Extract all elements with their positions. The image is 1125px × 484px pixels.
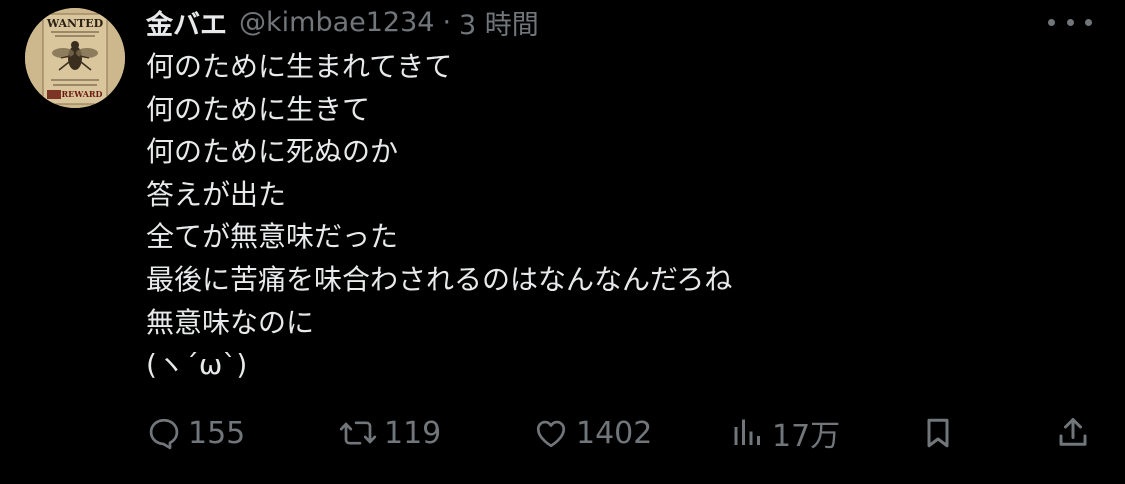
more-icon[interactable] (1048, 10, 1092, 34)
separator-dot: · (442, 6, 452, 38)
tweet-line: 全てが無意味だった (146, 220, 399, 254)
author-handle[interactable]: @kimbae1234 (239, 7, 434, 38)
tweet-line: (ヽ´ω`) (146, 348, 248, 382)
tweet-text: 何のために生まれてきて 何のために生きて 何のために死ぬのか 答えが出た 全てが… (146, 46, 1086, 387)
views-icon (734, 419, 760, 445)
wanted-poster-image: WANTED REWARD (25, 8, 125, 108)
action-bar: 155 119 1402 17万 (0, 405, 1125, 461)
timestamp[interactable]: 3 時間 (459, 3, 539, 42)
tweet-line: 何のために生まれてきて (146, 50, 453, 83)
retweet-icon (339, 421, 377, 445)
views-button[interactable]: 17万 (730, 413, 841, 454)
avatar-reward-text: REWARD (61, 89, 102, 99)
tweet-header: 金バエ @kimbae1234 · 3 時間 (146, 2, 539, 42)
bookmark-button[interactable] (920, 413, 956, 453)
reply-button[interactable]: 155 (146, 413, 245, 453)
like-icon (536, 420, 566, 448)
share-button[interactable] (1054, 413, 1092, 453)
tweet: WANTED REWARD 金バエ @kimbae1234 · 3 時間 何のた… (0, 0, 1125, 484)
bookmark-icon (927, 418, 949, 448)
views-count: 17万 (772, 419, 841, 454)
more-dot (1048, 18, 1055, 26)
avatar[interactable]: WANTED REWARD (25, 8, 125, 108)
tweet-line: 何のために生きて (146, 92, 371, 126)
tweet-line: 無意味なのに (146, 305, 315, 339)
tweet-line: 何のために死ぬのか (146, 135, 399, 169)
retweet-button[interactable]: 119 (338, 413, 441, 453)
reply-count: 155 (188, 415, 246, 451)
retweet-count: 119 (384, 415, 442, 451)
avatar-title-text: WANTED (46, 17, 104, 30)
reply-icon (149, 418, 179, 450)
like-button[interactable]: 1402 (532, 413, 652, 453)
share-icon (1059, 418, 1087, 446)
tweet-line: 最後に苦痛を味合わされるのはなんなんだろね (146, 262, 733, 296)
author-display-name[interactable]: 金バエ (146, 3, 227, 42)
like-count: 1402 (576, 415, 653, 451)
tweet-line: 答えが出た (146, 177, 287, 211)
more-dot (1066, 18, 1074, 26)
more-dot (1085, 18, 1092, 26)
